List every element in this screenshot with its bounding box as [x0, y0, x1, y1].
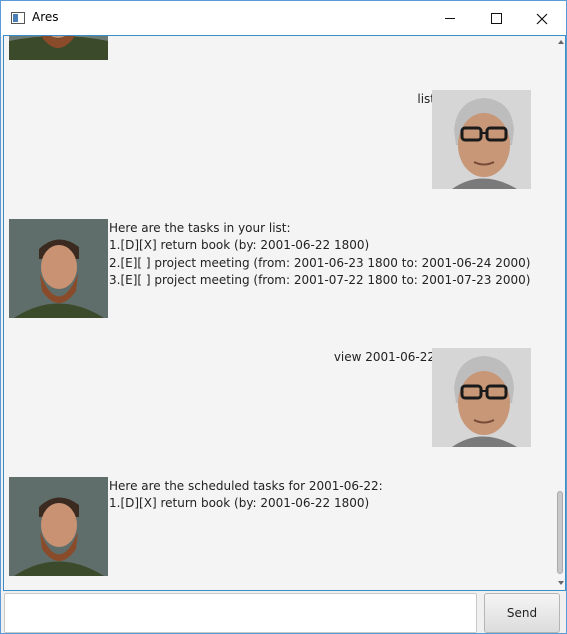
scroll-thumb[interactable] — [557, 491, 563, 574]
maximize-button[interactable] — [473, 1, 519, 36]
user-avatar — [432, 348, 531, 447]
user-message-text: view 2001-06-22 — [333, 350, 435, 364]
app-icon — [11, 12, 25, 24]
title-bar: Ares — [1, 1, 566, 36]
scroll-up-icon[interactable] — [558, 40, 564, 44]
app-window: Ares list Here are the tasks in your lis… — [0, 0, 567, 634]
user-avatar — [432, 90, 531, 189]
dialog-scroll-pane[interactable]: list Here are the tasks in your list: 1.[… — [3, 35, 566, 591]
scroll-down-icon[interactable] — [558, 581, 564, 585]
minimize-icon — [445, 18, 455, 19]
duke-message-text: Here are the scheduled tasks for 2001-06… — [109, 479, 383, 511]
minimize-button[interactable] — [427, 1, 473, 36]
close-button[interactable] — [519, 1, 565, 36]
maximize-icon — [490, 13, 502, 24]
duke-message-text: Here are the tasks in your list: 1.[D][X]… — [109, 221, 531, 287]
duke-avatar — [9, 477, 108, 576]
vertical-scrollbar[interactable] — [555, 36, 565, 590]
send-button[interactable]: Send — [484, 593, 560, 633]
duke-avatar — [9, 219, 108, 318]
duke-avatar — [9, 36, 108, 60]
window-title: Ares — [32, 10, 59, 24]
close-icon — [536, 13, 548, 24]
user-input-field[interactable] — [4, 593, 477, 633]
